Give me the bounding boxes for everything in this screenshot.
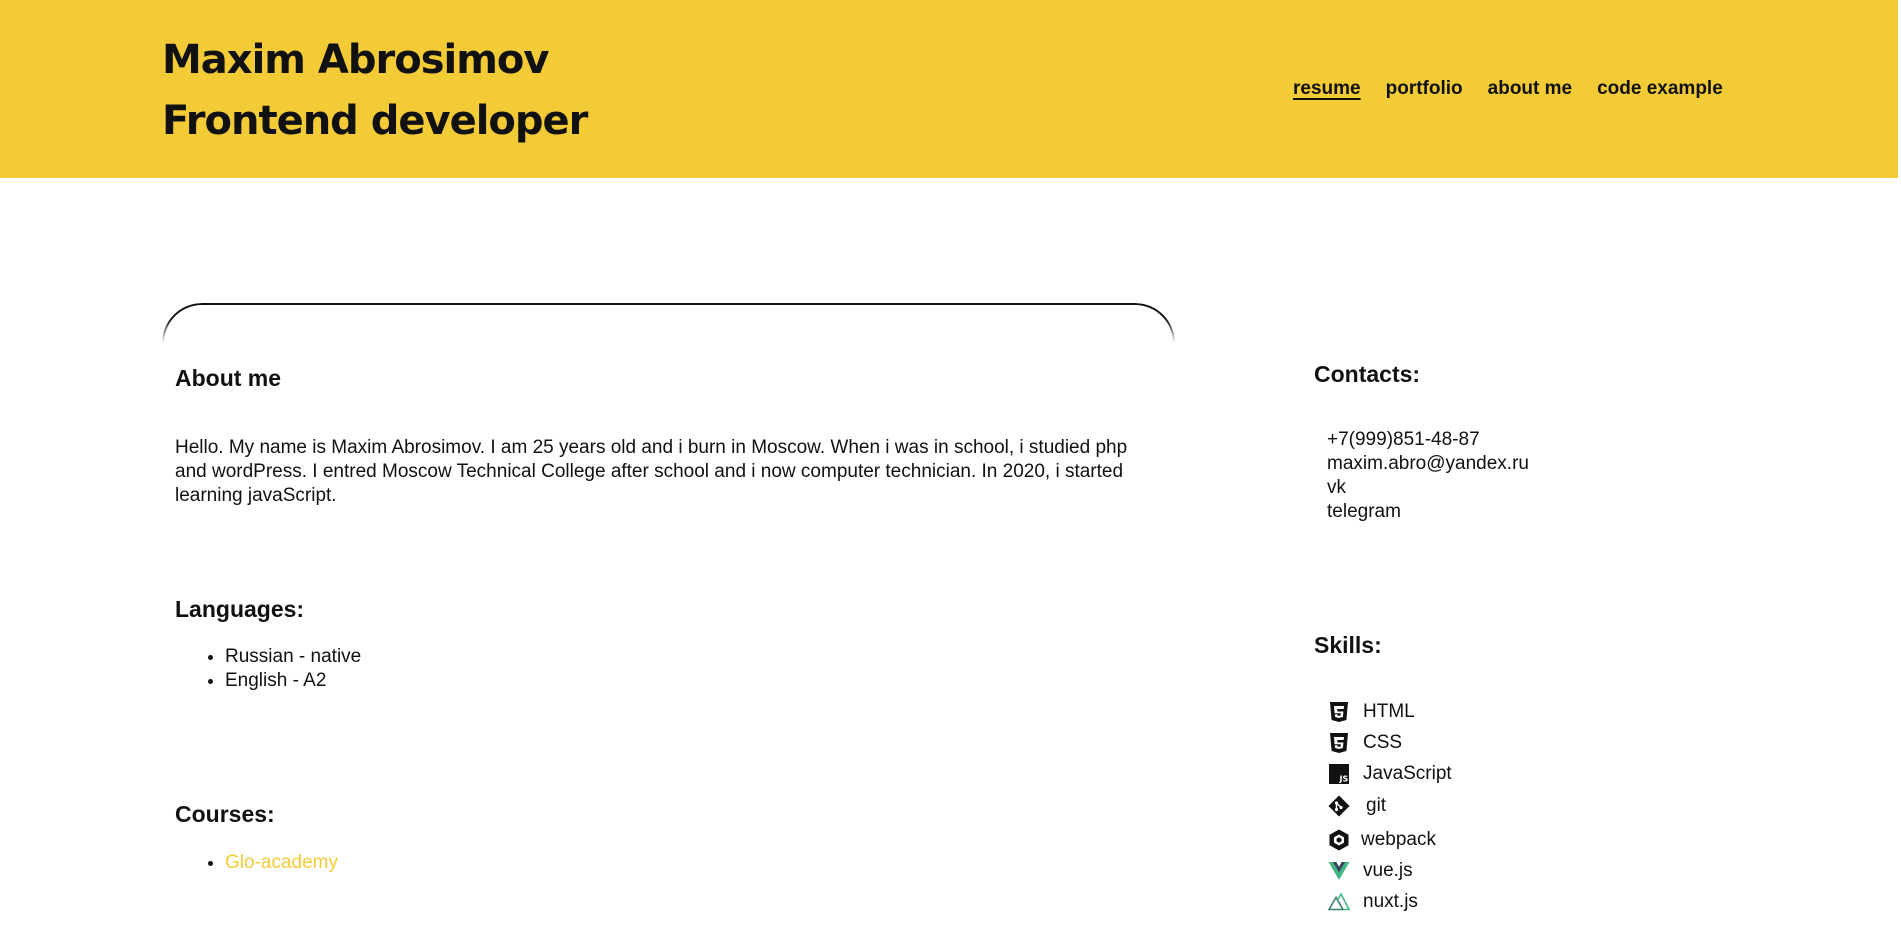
languages-heading: Languages: (175, 596, 305, 622)
brand: Maxim Abrosimov Frontend developer (162, 30, 588, 152)
nav-code-example[interactable]: code example (1597, 78, 1723, 100)
skill-item: webpack (1327, 828, 1436, 852)
contacts-list: +7(999)851-48-87 maxim.abro@yandex.ru vk… (1327, 428, 1529, 524)
courses-list: Glo-academy (175, 851, 338, 875)
list-item: Glo-academy (225, 851, 338, 875)
css3-icon (1330, 733, 1348, 753)
skill-item: HTML (1327, 700, 1415, 724)
author-role: Frontend developer (162, 98, 588, 144)
course-link[interactable]: Glo-academy (225, 852, 338, 873)
list-item: English - A2 (225, 669, 361, 693)
about-text: Hello. My name is Maxim Abrosimov. I am … (175, 437, 1128, 506)
javascript-icon: JS (1329, 764, 1349, 784)
skill-label: vue.js (1363, 860, 1413, 881)
html5-icon (1330, 702, 1348, 722)
skill-label: HTML (1363, 701, 1415, 722)
nav-about-me[interactable]: about me (1488, 78, 1572, 100)
languages-list: Russian - native English - A2 (175, 645, 361, 693)
svg-text:JS: JS (1339, 775, 1349, 784)
skill-item: CSS (1327, 731, 1402, 755)
skill-label: nuxt.js (1363, 891, 1418, 912)
card-border-top (162, 303, 1175, 343)
git-icon (1328, 795, 1350, 817)
contacts-heading: Contacts: (1314, 361, 1421, 387)
skill-item: nuxt.js (1327, 890, 1418, 914)
list-item: Russian - native (225, 645, 361, 669)
skills-heading: Skills: (1314, 632, 1382, 658)
contact-email[interactable]: maxim.abro@yandex.ru (1327, 452, 1529, 476)
skill-label: CSS (1363, 732, 1403, 753)
main-nav: resume portfolio about me code example (1293, 78, 1723, 100)
courses-heading: Courses: (175, 801, 275, 827)
nav-resume[interactable]: resume (1293, 78, 1361, 100)
skill-item: vue.js (1327, 859, 1413, 883)
contact-vk[interactable]: vk (1327, 476, 1529, 500)
skill-item: JS JavaScript (1327, 762, 1452, 786)
skill-label: git (1366, 795, 1387, 816)
skill-label: JavaScript (1363, 763, 1452, 784)
webpack-icon (1329, 829, 1349, 851)
nav-portfolio[interactable]: portfolio (1386, 78, 1463, 100)
skill-label: webpack (1361, 829, 1436, 850)
skill-item: git (1327, 794, 1386, 818)
site-header: Maxim Abrosimov Frontend developer resum… (0, 0, 1898, 178)
about-heading: About me (175, 365, 282, 391)
contact-phone[interactable]: +7(999)851-48-87 (1327, 428, 1529, 452)
contact-telegram[interactable]: telegram (1327, 500, 1529, 524)
author-name: Maxim Abrosimov (162, 37, 549, 83)
nuxt-icon (1327, 892, 1351, 911)
vue-icon (1328, 862, 1350, 880)
